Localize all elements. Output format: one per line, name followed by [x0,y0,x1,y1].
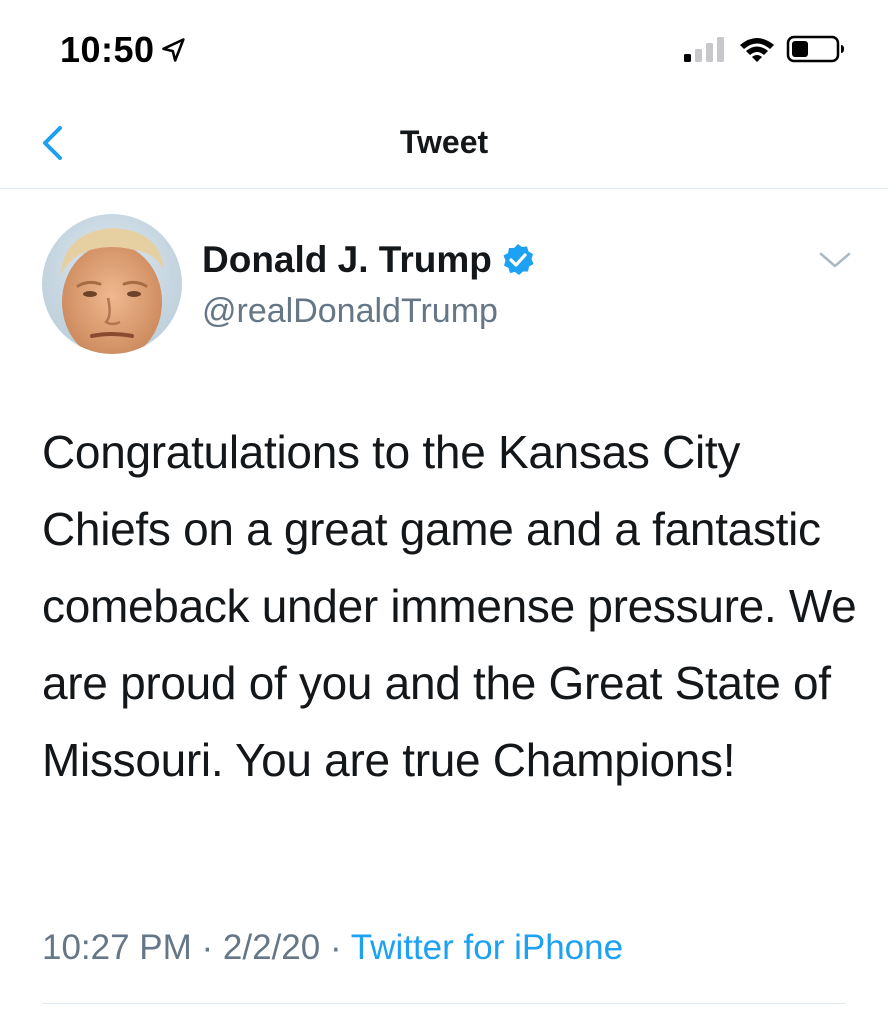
divider [42,1003,846,1004]
meta-separator: · [191,928,223,967]
tweet-date: 2/2/20 [222,928,321,967]
author-name-row[interactable]: Donald J. Trump [202,238,536,282]
wifi-icon [740,38,774,62]
meta-separator-2: · [320,928,351,967]
author-handle[interactable]: @realDonaldTrump [202,290,498,332]
tweet-source-link[interactable]: Twitter for iPhone [351,928,623,967]
page-title: Tweet [399,124,489,160]
chevron-down-icon[interactable] [818,250,852,270]
avatar[interactable] [42,214,182,354]
status-time: 10:50 [60,29,155,70]
verified-badge-icon [503,244,534,275]
tweet-text: Congratulations to the Kansas City Chief… [42,426,857,786]
tweet-header: Donald J. Trump @realDonaldTrump [0,188,888,378]
tweet-time: 10:27 PM [42,928,192,967]
location-arrow-icon [162,38,185,62]
navigation-header: Tweet [0,100,888,189]
battery-icon [786,35,844,63]
author-name[interactable]: Donald J. Trump [202,238,492,282]
cellular-signal-icon [684,37,724,62]
avatar-image [42,214,182,354]
status-bar: 10:50 [0,0,888,100]
tweet-meta: 10:27 PM · 2/2/20 · Twitter for iPhone [42,926,623,970]
